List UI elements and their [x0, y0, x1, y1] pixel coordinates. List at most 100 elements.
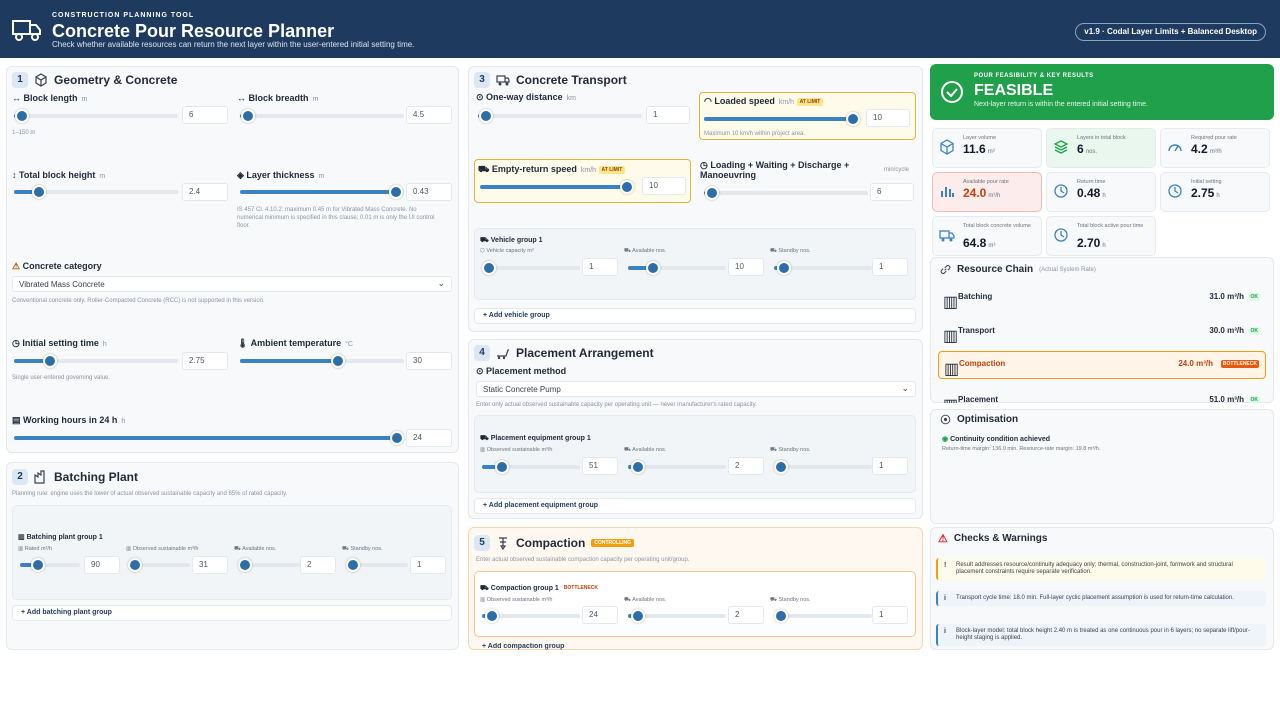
placement-available-label: ⛟ Available nos. — [624, 447, 667, 453]
vehicle-standby-input[interactable]: 1 — [872, 258, 908, 276]
add-batching-group-button[interactable]: + Add batching plant group — [12, 605, 452, 621]
ambient-temp-input[interactable]: 30 — [406, 352, 452, 370]
compaction-standby-slider[interactable] — [774, 609, 872, 623]
placement-observed-slider[interactable] — [482, 460, 580, 474]
layer-thickness-slider[interactable] — [240, 185, 404, 199]
chevron-down-icon: ⌄ — [437, 278, 445, 288]
check-item: ! Result addresses resource/continuity ad… — [936, 558, 1266, 580]
metric-card: Layers in total block 6 nos. — [1046, 128, 1156, 168]
category-select[interactable]: Vibrated Mass Concrete ⌄ — [12, 276, 452, 292]
vehicle-standby-label: ⛟ Standby nos. — [770, 248, 811, 254]
category-note: Conventional concrete only. Roller-Compa… — [12, 298, 265, 304]
chevron-down-icon: ⌄ — [901, 383, 909, 393]
block-breadth-label: ↔ Block breadth m — [237, 93, 319, 103]
setting-time-slider[interactable] — [14, 354, 178, 368]
observed-input[interactable]: 31 — [192, 556, 228, 574]
loading-input[interactable]: 6 — [870, 183, 914, 201]
metric-value: 2.70 h — [1077, 236, 1106, 250]
clock-icon — [1054, 228, 1068, 242]
placement-observed-input[interactable]: 51 — [582, 457, 618, 475]
placement-observed-label: ▥ Observed sustainable m³/h — [480, 447, 553, 453]
rated-input[interactable]: 90 — [84, 556, 120, 574]
resource-chain-row-transport: ▥ Transport 30.0 m³/h OK — [943, 326, 1260, 345]
vehicle-available-label: ⛟ Available nos. — [624, 248, 667, 254]
empty-speed-input[interactable]: 10 — [642, 177, 686, 195]
feasibility-eyebrow: POUR FEASIBILITY & KEY RESULTS — [974, 73, 1094, 79]
available-slider[interactable] — [238, 558, 300, 572]
rated-slider[interactable] — [20, 558, 80, 572]
metric-value: 64.8 m³ — [963, 236, 996, 250]
layer-thickness-input[interactable]: 0.43 — [406, 183, 452, 201]
compaction-group-card — [474, 571, 916, 637]
one-way-input[interactable]: 1 — [646, 106, 690, 124]
compaction-heading: 5 Compaction CONTROLLING — [474, 535, 635, 551]
rated-label: ▥ Rated m³/h — [18, 546, 52, 552]
placement-standby-slider[interactable] — [774, 460, 872, 474]
loaded-speed-slider[interactable] — [704, 112, 860, 126]
gauge-icon — [1168, 144, 1182, 152]
loaded-speed-input[interactable]: 10 — [866, 109, 910, 127]
loading-slider[interactable] — [704, 186, 868, 200]
placement-heading: 4 Placement Arrangement — [474, 345, 654, 361]
block-breadth-slider[interactable] — [240, 109, 404, 123]
vehicle-available-slider[interactable] — [628, 261, 726, 275]
standby-input[interactable]: 1 — [410, 556, 446, 574]
compaction-observed-slider[interactable] — [482, 609, 580, 623]
loading-unit: min/cycle — [884, 167, 910, 173]
block-breadth-input[interactable]: 4.5 — [406, 106, 452, 124]
metric-label: Layer volume — [963, 135, 997, 141]
standby-slider[interactable] — [346, 558, 408, 572]
ambient-temp-slider[interactable] — [240, 354, 404, 368]
available-input[interactable]: 2 — [300, 556, 336, 574]
batching-group-title: ▥ Batching plant group 1 — [18, 534, 103, 541]
metric-card: Total block active pour time 2.70 h — [1046, 216, 1156, 256]
observed-slider[interactable] — [128, 558, 190, 572]
placement-standby-input[interactable]: 1 — [872, 457, 908, 475]
transport-heading: 3 Concrete Transport — [474, 72, 627, 88]
vehicle-standby-slider[interactable] — [774, 261, 872, 275]
block-length-input[interactable]: 6 — [182, 106, 228, 124]
vehicle-available-input[interactable]: 10 — [728, 258, 764, 276]
block-length-slider[interactable] — [14, 109, 178, 123]
geometry-card — [6, 66, 459, 453]
metric-label: Layers in total block — [1077, 135, 1126, 141]
loaded-speed-hint: Maximum 10 km/h within project area. — [704, 131, 806, 137]
capacity-label: ⬡ Vehicle capacity m³ — [480, 248, 534, 254]
add-compaction-group-button[interactable]: + Add compaction group — [482, 643, 564, 650]
compaction-observed-input[interactable]: 24 — [582, 606, 618, 624]
capacity-input[interactable]: 1 — [582, 258, 618, 276]
placement-desc: Enter only actual observed sustainable c… — [476, 402, 757, 408]
resource-chain-row-compaction: ▥ Compaction 24.0 m³/h BOTTLENECK — [938, 351, 1266, 379]
compaction-standby-input[interactable]: 1 — [872, 606, 908, 624]
capacity-slider[interactable] — [482, 261, 580, 275]
block-length-hint: 1–150 m — [12, 130, 36, 136]
empty-speed-slider[interactable] — [480, 180, 634, 194]
working-hours-slider[interactable] — [14, 431, 404, 445]
total-height-input[interactable]: 2.4 — [182, 183, 228, 201]
add-placement-group-button[interactable]: + Add placement equipment group — [474, 498, 916, 514]
optimisation-heading: Optimisation — [940, 414, 1018, 425]
placement-available-input[interactable]: 2 — [728, 457, 764, 475]
compaction-available-slider[interactable] — [628, 609, 726, 623]
placement-available-slider[interactable] — [628, 460, 726, 474]
layers-icon — [1053, 140, 1069, 154]
method-select[interactable]: Static Concrete Pump ⌄ — [476, 381, 916, 397]
one-way-slider[interactable] — [478, 109, 642, 123]
checks-heading: ⚠ Checks & Warnings — [938, 533, 1048, 545]
method-label: ⊙ Placement method — [476, 366, 567, 376]
metric-value: 2.75 h — [1191, 186, 1220, 200]
status-icon: ▥ — [944, 361, 960, 378]
metric-card: Total block concrete volume 64.8 m³ — [932, 216, 1042, 256]
working-hours-input[interactable]: 24 — [406, 429, 452, 447]
batching-heading: 2 Batching Plant — [12, 469, 138, 485]
ambient-temp-label: 🌡 Ambient temperature °C — [237, 338, 353, 348]
add-vehicle-group-button[interactable]: + Add vehicle group — [474, 308, 916, 324]
total-height-slider[interactable] — [14, 185, 178, 199]
setting-time-input[interactable]: 2.75 — [182, 352, 228, 370]
geometry-heading: 1 Geometry & Concrete — [12, 72, 177, 88]
compaction-available-input[interactable]: 2 — [728, 606, 764, 624]
resource-chain-row-placement: ▥Placement51.0 m³/hOK — [938, 388, 1266, 403]
resource-chain-heading: Resource Chain (Actual System Rate) — [940, 264, 1096, 275]
vehicle-group-title: ⛟ Vehicle group 1 — [480, 237, 543, 244]
loading-label: ◷ Loading + Waiting + Discharge + Manoeu… — [700, 160, 850, 180]
